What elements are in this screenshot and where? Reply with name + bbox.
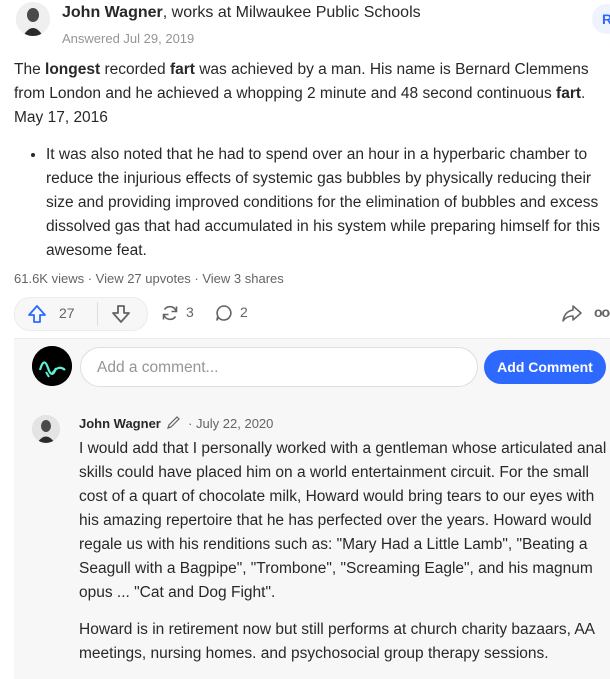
author-avatar[interactable]: [16, 2, 50, 36]
commenter-name[interactable]: John Wagner: [79, 416, 161, 431]
author-line: John Wagner, works at Milwaukee Public S…: [62, 4, 421, 22]
body-text-part: recorded: [100, 61, 170, 78]
upvote-count: 27: [59, 305, 75, 321]
comment-meta: John Wagner · July 22, 2020: [79, 416, 273, 431]
answer-stats[interactable]: 61.6K views · View 27 upvotes · View 3 s…: [14, 271, 284, 286]
body-bold-fart: fart: [556, 85, 582, 102]
comment-date[interactable]: · July 22, 2020: [188, 416, 273, 431]
author-name[interactable]: John Wagner: [62, 4, 163, 21]
upvote-icon[interactable]: [27, 304, 47, 324]
commenter-avatar[interactable]: [32, 415, 60, 443]
comment-icon[interactable]: [214, 303, 234, 323]
downvote-icon[interactable]: [111, 304, 131, 324]
answered-date[interactable]: Answered Jul 29, 2019: [62, 31, 194, 46]
comment-paragraph: I would add that I personally worked wit…: [79, 440, 607, 601]
edit-pencil-icon: [167, 416, 181, 429]
top-badge[interactable]: R: [592, 4, 610, 34]
author-credential: , works at Milwaukee Public Schools: [162, 4, 421, 21]
add-comment-button[interactable]: Add Comment: [484, 350, 606, 384]
body-bold-longest: longest: [45, 61, 101, 78]
body-text-part: The: [14, 61, 46, 78]
share-count: 3: [186, 304, 194, 320]
current-user-avatar[interactable]: [32, 346, 72, 386]
vote-divider: [97, 302, 98, 326]
share-arrow-icon[interactable]: [562, 303, 582, 323]
comment-count: 2: [240, 304, 248, 320]
comment-paragraph: Howard is in retirement now but still pe…: [79, 621, 595, 662]
answer-bullet-list: It was also noted that he had to spend o…: [30, 143, 610, 263]
bullet-item: It was also noted that he had to spend o…: [46, 143, 610, 263]
vote-pill: 27: [14, 297, 148, 331]
comment-body: I would add that I personally worked wit…: [79, 437, 607, 679]
share-refresh-icon[interactable]: [160, 303, 180, 323]
comment-input[interactable]: Add a comment...: [80, 347, 478, 387]
body-bold-fart: fart: [169, 61, 195, 78]
more-options-icon[interactable]: ooo: [594, 304, 610, 320]
answer-body: The longest recorded fart was achieved b…: [14, 58, 610, 130]
